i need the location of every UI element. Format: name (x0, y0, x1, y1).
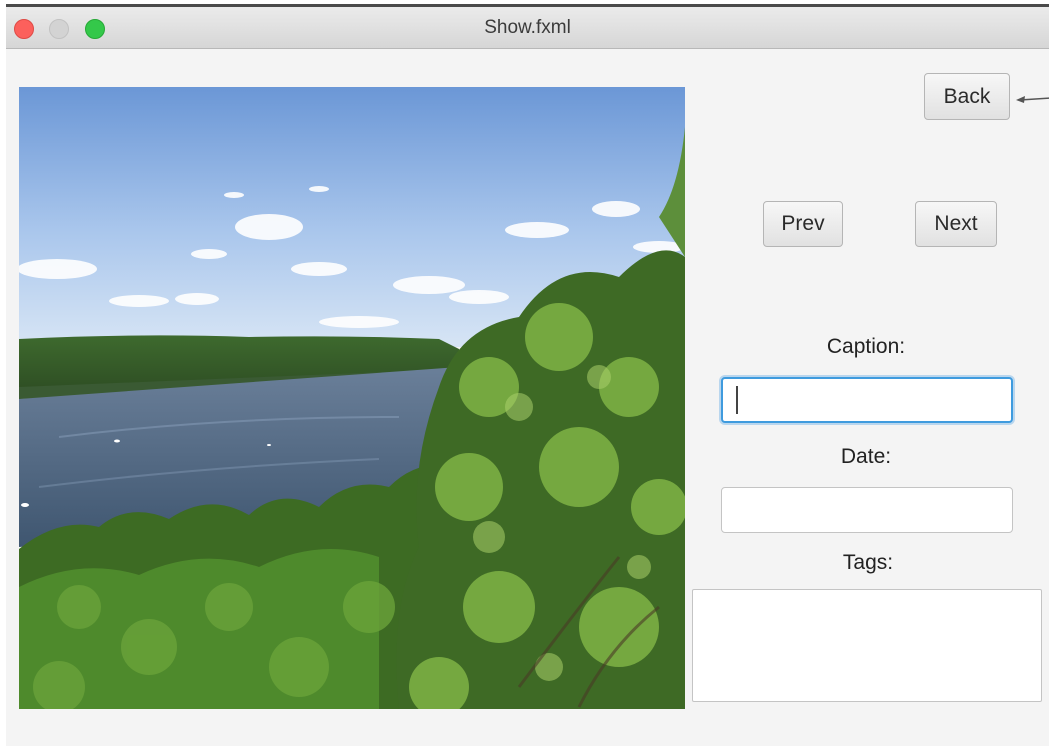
window-title: Show.fxml (484, 17, 571, 38)
main-content: Back Prev Next Caption: Date: Tags: (6, 49, 1049, 746)
date-field[interactable] (721, 487, 1013, 533)
app-window: Show.fxml Back Prev Next Caption: Date: … (6, 4, 1049, 746)
date-label: Date: (840, 445, 892, 468)
next-button[interactable]: Next (915, 201, 997, 247)
photo-view (19, 87, 685, 709)
prev-button[interactable]: Prev (763, 201, 843, 247)
caption-label: Caption: (826, 335, 906, 358)
tags-field[interactable] (692, 589, 1042, 702)
arrow-left-icon (1016, 96, 1049, 103)
tags-label: Tags: (842, 551, 894, 574)
title-bar: Show.fxml (6, 7, 1049, 49)
back-button[interactable]: Back (924, 73, 1010, 120)
text-caret (736, 386, 738, 414)
caption-field[interactable] (721, 377, 1013, 423)
